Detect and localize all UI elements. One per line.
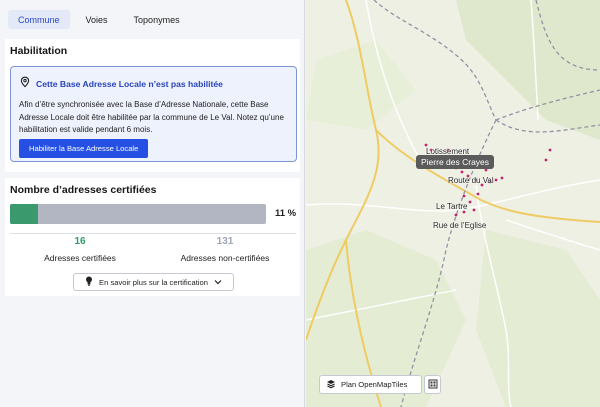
map-label-rue-eglise: Rue de l’Eglise: [433, 221, 487, 230]
alert-title: Cette Base Adresse Locale n’est pas habi…: [36, 79, 223, 89]
map-tooltip: Pierre des Crayes: [416, 155, 495, 169]
tab-toponymes[interactable]: Toponymes: [124, 10, 190, 29]
chevron-down-icon: [214, 278, 222, 287]
tab-voies[interactable]: Voies: [76, 10, 118, 29]
grid-icon: [428, 376, 438, 394]
certified-count: 16: [74, 236, 86, 247]
certified-stat: 16 Adresses certifiées: [10, 236, 150, 263]
uncertified-stat: 131 Adresses non-certifiées: [155, 236, 295, 263]
layers-icon: [326, 379, 336, 391]
certification-percent: 11 %: [275, 208, 297, 219]
certification-progress-fill: [10, 204, 39, 224]
map-style-button[interactable]: Plan OpenMapTiles: [319, 375, 422, 394]
certification-progress-bar: [10, 204, 266, 224]
map-style-label: Plan OpenMapTiles: [341, 380, 408, 389]
side-panel: Commune Voies Toponymes Habilitation Cet…: [0, 0, 305, 407]
habilitation-card: Habilitation Cette Base Adresse Locale n…: [5, 39, 300, 172]
certification-title: Nombre d’adresses certifiées: [10, 184, 157, 196]
habilitation-title: Habilitation: [10, 45, 68, 57]
habiliter-button[interactable]: Habiliter la Base Adresse Locale: [19, 139, 149, 158]
learn-more-label: En savoir plus sur la certification: [99, 277, 208, 287]
divider: [10, 233, 296, 234]
map-label-le-tartre: Le Tartre: [436, 202, 468, 211]
habilitation-alert: Cette Base Adresse Locale n’est pas habi…: [10, 66, 297, 162]
tab-bar: Commune Voies Toponymes: [0, 0, 304, 36]
tab-commune[interactable]: Commune: [8, 10, 70, 29]
learn-more-button[interactable]: En savoir plus sur la certification: [73, 273, 234, 291]
lightbulb-icon: [85, 276, 93, 288]
map-layers-toggle-button[interactable]: [424, 375, 441, 394]
uncertified-count: 131: [216, 236, 234, 247]
alert-body: Afin d’être synchronisée avec la Base d’…: [19, 100, 284, 134]
map-pin-icon: [19, 75, 31, 93]
certification-card: Nombre d’adresses certifiées 11 % 16 Adr…: [5, 178, 300, 296]
map-label-route-du-val: Route du Val: [448, 176, 494, 185]
map-view[interactable]: Lotissement Pierre des Crayes Route du V…: [306, 0, 600, 407]
certified-label: Adresses certifiées: [44, 253, 116, 263]
uncertified-label: Adresses non-certifiées: [180, 253, 270, 263]
